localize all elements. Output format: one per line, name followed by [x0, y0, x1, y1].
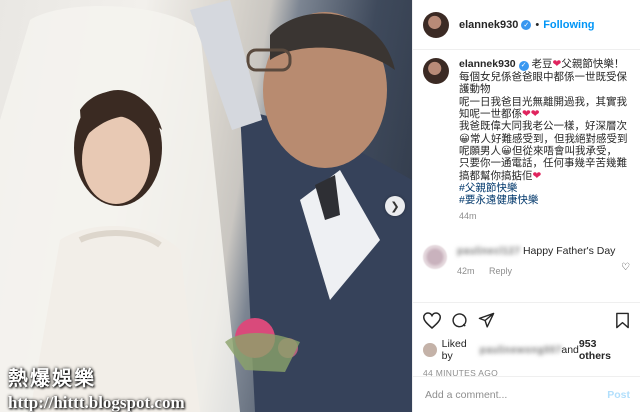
comment-meta: 42m Reply — [457, 265, 632, 277]
caption-line: 我爸既偉大同我老公一樣，好深層次 — [459, 120, 627, 133]
caption-check-icon: ✓ — [518, 61, 529, 72]
add-comment-input[interactable] — [423, 387, 608, 402]
caption-line: 只要你一通電話，任何事幾辛苦幾難搞都幫你搞掂佢 — [459, 157, 627, 182]
commenter-avatar[interactable] — [423, 244, 447, 269]
caption-text: elannek930 ✓ 老豆 ❤ 父親節快樂！ 每個女兒係爸爸眼中都係一世既受保護動… — [459, 58, 632, 223]
watermark-url: http://hittt.blogspot.com — [8, 393, 185, 412]
commenter-username[interactable]: paulinecl127 — [457, 245, 520, 257]
following-button[interactable]: Following — [543, 19, 594, 31]
caption-line: 父親節快樂！ — [561, 58, 625, 70]
caption: elannek930 ✓ 老豆 ❤ 父親節快樂！ 每個女兒係爸爸眼中都係一世既受保護動… — [423, 58, 632, 223]
share-icon[interactable] — [478, 312, 495, 329]
likes-count[interactable]: 953 others — [579, 338, 630, 362]
like-heart-icon[interactable] — [423, 312, 441, 329]
hashtag-link[interactable]: #父親節快樂 — [459, 182, 632, 194]
bookmark-icon[interactable] — [615, 312, 630, 329]
likes-prefix: Liked by — [441, 338, 467, 362]
avatar[interactable] — [423, 11, 449, 38]
caption-username[interactable]: elannek930 — [459, 58, 516, 70]
likes-summary: Liked by paulinewong007 and 953 others — [423, 338, 630, 362]
post-actions: Liked by paulinewong007 and 953 others 4… — [413, 302, 640, 378]
caption-time: 44m — [459, 211, 477, 222]
post-button[interactable]: Post — [607, 389, 630, 401]
next-photo-button[interactable]: ❯ — [385, 196, 405, 216]
add-comment-bar: Post — [413, 376, 640, 412]
smile-emoji-icon: 😀 — [501, 144, 512, 157]
comment-time: 42m — [457, 266, 475, 276]
heart-emoji-icon: ❤ — [532, 169, 542, 182]
comment-like-icon[interactable]: ♡ — [621, 262, 630, 273]
chevron-right-icon: ❯ — [390, 200, 400, 213]
watermark-brand: 熱爆娛樂 — [8, 366, 96, 390]
caption-avatar[interactable] — [423, 58, 449, 84]
post-header: elannek930 ✓ • Following — [413, 0, 640, 50]
caption-line: 呢一日我爸目光無離開過我，其實我知呢一世都係 — [459, 95, 627, 121]
comment-text: paulinecl127 Happy Father's Day 42m Repl… — [457, 245, 632, 278]
caption-line: 常人好難感受到，但我絕對感受到 — [469, 132, 628, 145]
liker-avatar[interactable] — [423, 343, 437, 357]
wedding-photo-illustration — [0, 0, 412, 412]
liker-username[interactable]: paulinewong007 — [480, 344, 562, 356]
caption-line: 老豆 — [528, 58, 553, 70]
heart-emoji-icon: ❤❤ — [522, 108, 540, 121]
smile-emoji-icon: 😀 — [459, 132, 470, 145]
post-side-panel: elannek930 ✓ • Following elannek930 ✓ 老豆❤… — [412, 0, 640, 412]
caption-line: 但從來唔會叫我承受， — [511, 144, 617, 157]
action-icons — [423, 312, 630, 329]
watermark: 熱爆娛樂 http://hittt.blogspot.com — [8, 362, 185, 412]
comment-item: paulinecl127 Happy Father's Day 42m Repl… — [423, 244, 632, 278]
likes-and: and — [561, 344, 579, 356]
separator: • — [535, 18, 540, 31]
verified-badge-icon: ✓ — [521, 19, 532, 30]
comments-area: elannek930 ✓ 老豆 ❤ 父親節快樂！ 每個女兒係爸爸眼中都係一世既受保護動… — [423, 58, 632, 277]
comment-body: Happy Father's Day — [520, 244, 616, 257]
caption-line: 每個女兒係爸爸眼中都係一世既受保護動物 — [459, 71, 627, 96]
post-photo: ❯ 熱爆娛樂 http://hittt.blogspot.com — [0, 0, 412, 412]
caption-line: 呢願男人 — [459, 144, 501, 157]
username[interactable]: elannek930 — [459, 19, 518, 31]
comment-icon[interactable] — [451, 312, 468, 329]
reply-button[interactable]: Reply — [489, 266, 512, 276]
hashtag-link[interactable]: #要永遠健康快樂 — [459, 194, 632, 206]
